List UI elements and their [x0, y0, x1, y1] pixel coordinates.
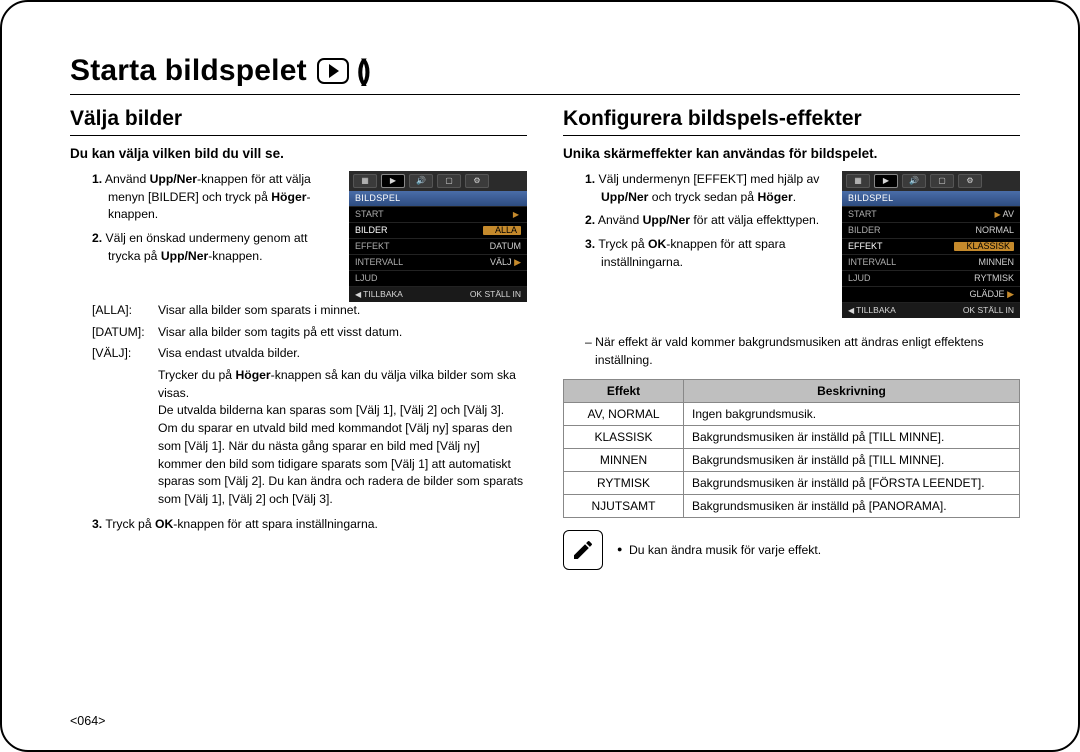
right-steps: 1. Välj undermenyn [EFFEKT] med hjälp av… — [563, 171, 830, 277]
def-valj: [VÄLJ]: Visa endast utvalda bilder. — [92, 345, 527, 363]
tab-icon: ▦ — [846, 174, 870, 188]
cam-footer: ◀TILLBAKA OK STÄLL IN — [349, 286, 527, 302]
cam-tabs: ▦ ▶ 🔊 ▢ ⚙ — [842, 171, 1020, 191]
left-section-title: Välja bilder — [70, 107, 527, 136]
tab-sound-icon: 🔊 — [902, 174, 926, 188]
cam-row-intervall: INTERVALLMINNEN — [842, 254, 1020, 270]
tab-display-icon: ▢ — [930, 174, 954, 188]
right-step-1: 1. Välj undermenyn [EFFEKT] med hjälp av… — [585, 171, 830, 206]
left-camera-menu: ▦ ▶ 🔊 ▢ ⚙ BILDSPEL START▶ BILDER▶ALLA EF… — [349, 171, 527, 302]
left-step-3: 3. Tryck på OK-knappen för att spara ins… — [92, 517, 527, 531]
tab-play-icon: ▶ — [381, 174, 405, 188]
right-step-3: 3. Tryck på OK-knappen för att spara ins… — [585, 236, 830, 271]
right-dash-note: – När effekt är vald kommer bakgrundsmus… — [585, 334, 1020, 369]
table-row: RYTMISKBakgrundsmusiken är inställd på [… — [564, 472, 1020, 495]
cam-tabs: ▦ ▶ 🔊 ▢ ⚙ — [349, 171, 527, 191]
cam-row-effekt: EFFEKTDATUM — [349, 238, 527, 254]
def-alla: [ALLA]: Visar alla bilder som sparats i … — [92, 302, 527, 320]
tab-gear-icon: ⚙ — [465, 174, 489, 188]
cam-header: BILDSPEL — [349, 191, 527, 206]
th-effect: Effekt — [564, 380, 684, 403]
effects-table: Effekt Beskrivning AV, NORMALIngen bakgr… — [563, 379, 1020, 518]
left-step-1: 1. Använd Upp/Ner-knappen för att välja … — [92, 171, 337, 224]
table-row: NJUTSAMTBakgrundsmusiken är inställd på … — [564, 495, 1020, 518]
def-datum: [DATUM]: Visar alla bilder som tagits på… — [92, 324, 527, 342]
tab-icon: ▦ — [353, 174, 377, 188]
right-column: Konfigurera bildspels-effekter Unika skä… — [563, 107, 1020, 570]
cam-header: BILDSPEL — [842, 191, 1020, 206]
note-text: Du kan ändra musik för varje effekt. — [617, 543, 821, 557]
tab-gear-icon: ⚙ — [958, 174, 982, 188]
cam-row-effekt: EFFEKT▶KLASSISK — [842, 238, 1020, 254]
cam-row-bilder: BILDERNORMAL — [842, 222, 1020, 238]
left-definitions: [ALLA]: Visar alla bilder som sparats i … — [92, 302, 527, 363]
cam-row-start: START▶ — [349, 206, 527, 222]
cam-row-intervall: INTERVALLVÄLJ ▶ — [349, 254, 527, 270]
tab-sound-icon: 🔊 — [409, 174, 433, 188]
page-title-paren-close: ) — [361, 54, 371, 88]
cam-footer: ◀TILLBAKA OK STÄLL IN — [842, 302, 1020, 318]
left-steps: 1. Använd Upp/Ner-knappen för att välja … — [70, 171, 337, 271]
right-step-row: 1. Välj undermenyn [EFFEKT] med hjälp av… — [563, 171, 1020, 318]
table-row: AV, NORMALIngen bakgrundsmusik. — [564, 403, 1020, 426]
left-sub-heading: Du kan välja vilken bild du vill se. — [70, 146, 527, 161]
cam-row-ljud: LJUD — [349, 270, 527, 286]
left-step-row: 1. Använd Upp/Ner-knappen för att välja … — [70, 171, 527, 302]
note-box: Du kan ändra musik för varje effekt. — [563, 530, 1020, 570]
page-title-text: Starta bildspelet — [70, 54, 307, 88]
th-desc: Beskrivning — [684, 380, 1020, 403]
manual-page: Starta bildspelet ( ( ) Välja bilder Du … — [0, 0, 1080, 752]
table-row: KLASSISKBakgrundsmusiken är inställd på … — [564, 426, 1020, 449]
table-row: MINNENBakgrundsmusiken är inställd på [T… — [564, 449, 1020, 472]
slideshow-icon: ( — [317, 58, 349, 84]
cam-row-extra: GLÄDJE ▶ — [842, 286, 1020, 302]
left-column: Välja bilder Du kan välja vilken bild du… — [70, 107, 527, 570]
left-extra-2: De utvalda bilderna kan sparas som [Välj… — [158, 402, 527, 508]
cam-row-bilder: BILDER▶ALLA — [349, 222, 527, 238]
left-extra-1: Trycker du på Höger-knappen så kan du vä… — [158, 367, 527, 402]
right-step-2: 2. Använd Upp/Ner för att välja effektty… — [585, 212, 830, 230]
cam-row-ljud: LJUDRYTMISK — [842, 270, 1020, 286]
page-number: <064> — [70, 714, 105, 728]
tab-display-icon: ▢ — [437, 174, 461, 188]
right-camera-menu: ▦ ▶ 🔊 ▢ ⚙ BILDSPEL START▶AV BILDERNORMAL… — [842, 171, 1020, 318]
right-section-title: Konfigurera bildspels-effekter — [563, 107, 1020, 136]
pencil-note-icon — [563, 530, 603, 570]
left-step-2: 2. Välj en önskad undermeny genom att tr… — [92, 230, 337, 265]
right-sub-heading: Unika skärmeffekter kan användas för bil… — [563, 146, 1020, 161]
columns: Välja bilder Du kan välja vilken bild du… — [70, 107, 1020, 570]
tab-play-icon: ▶ — [874, 174, 898, 188]
cam-row-start: START▶AV — [842, 206, 1020, 222]
page-title: Starta bildspelet ( ( ) — [70, 54, 1020, 95]
